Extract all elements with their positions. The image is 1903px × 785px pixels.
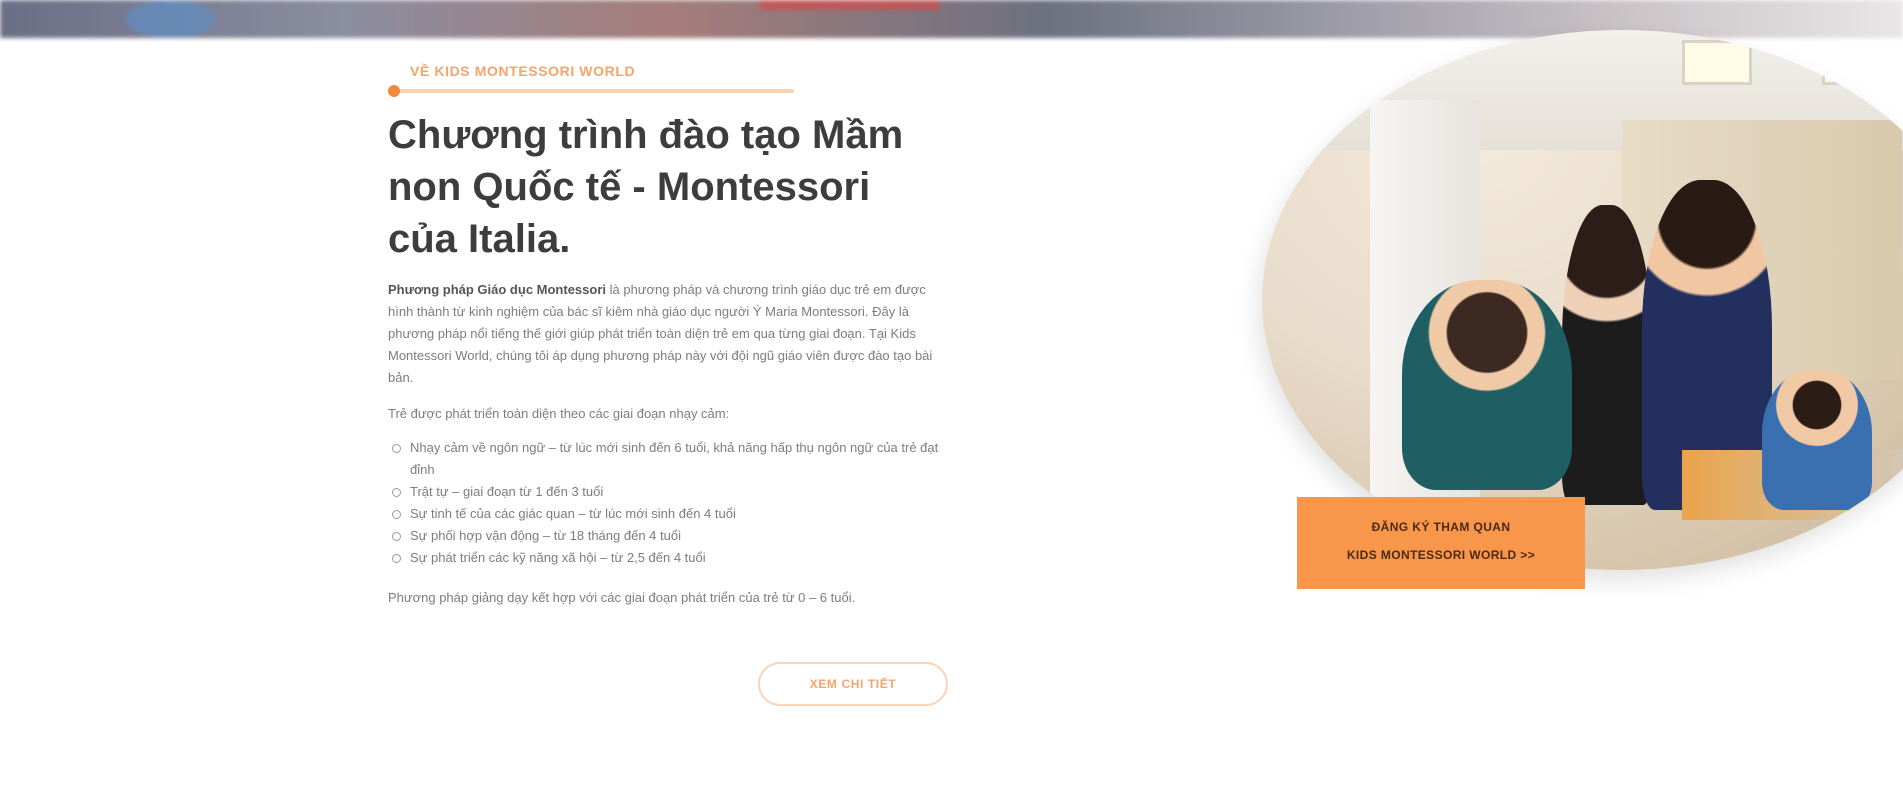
photo-person [1402, 280, 1572, 490]
eyebrow-dot-icon [388, 85, 400, 97]
about-section: Về Kids Montessori World Chương trình đà… [388, 55, 948, 622]
read-more-button[interactable]: Xem chi tiết [758, 662, 948, 706]
closing-paragraph: Phương pháp giảng dạy kết hợp với các gi… [388, 590, 856, 605]
intro-paragraph: Phương pháp Giáo dục Montessori là phươn… [388, 279, 948, 389]
list-item: Sự phát triển các kỹ năng xã hội – từ 2,… [392, 547, 948, 569]
photo-child [1762, 370, 1872, 510]
list-item: Trật tự – giai đoạn từ 1 đến 3 tuổi [392, 481, 948, 503]
photo-person [1562, 205, 1652, 505]
ceiling-light [1682, 40, 1752, 85]
eyebrow-label: Về Kids Montessori World [410, 63, 636, 79]
list-item: Sự tinh tế của các giác quan – từ lúc mớ… [392, 503, 948, 525]
section-title: Chương trình đào tạo Mầm non Quốc tế - M… [388, 113, 904, 261]
intro-bold: Phương pháp Giáo dục Montessori [388, 282, 606, 297]
banner-decor [125, 0, 215, 38]
list-item: Nhạy cảm về ngôn ngữ – từ lúc mới sinh đ… [392, 437, 948, 481]
intro-text: là phương pháp và chương trình giáo dục … [388, 282, 933, 385]
ceiling-light [1822, 40, 1892, 85]
section-eyebrow: Về Kids Montessori World [388, 55, 948, 97]
benefits-list: Nhạy cảm về ngôn ngữ – từ lúc mới sinh đ… [388, 437, 948, 569]
caption-line-2: Kids Montessori World >> [1346, 548, 1536, 562]
list-item: Sự phối hợp vận động – từ 18 tháng đến 4… [392, 525, 948, 547]
caption-line-1: Đăng ký tham quan [1371, 520, 1511, 534]
visit-registration-button[interactable]: Đăng ký tham quan Kids Montessori World … [1297, 497, 1585, 589]
lead-paragraph: Trẻ được phát triển toàn diện theo các g… [388, 406, 730, 421]
classroom-photo [1262, 30, 1903, 570]
eyebrow-underline [394, 89, 794, 93]
banner-decor [760, 0, 940, 10]
